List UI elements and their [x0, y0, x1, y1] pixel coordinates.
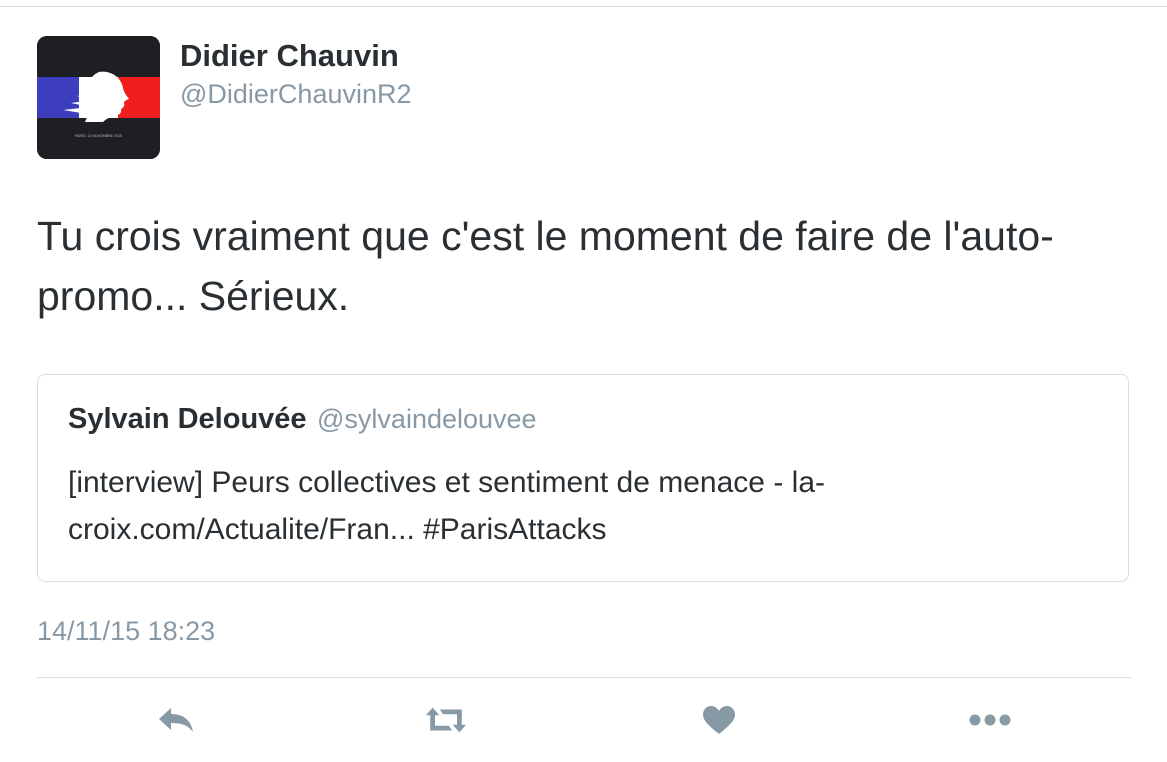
more-button[interactable]	[968, 700, 1012, 740]
avatar-image: PARIS, 13 NOVEMBRE 2015	[37, 36, 160, 159]
avatar[interactable]: PARIS, 13 NOVEMBRE 2015	[37, 36, 160, 159]
quoted-tweet-text: [interview] Peurs collectives et sentime…	[68, 466, 825, 546]
author-handle[interactable]: @DidierChauvinR2	[180, 78, 412, 110]
top-divider	[0, 6, 1167, 7]
retweet-icon	[425, 707, 467, 733]
avatar-caption: PARIS, 13 NOVEMBRE 2015	[75, 134, 122, 138]
retweet-button[interactable]	[424, 700, 468, 740]
quoted-tweet-header: Sylvain Delouvée @sylvaindelouvee	[68, 401, 537, 442]
quoted-tweet-card[interactable]: Sylvain Delouvée @sylvaindelouvee [inter…	[37, 374, 1129, 582]
author-name[interactable]: Didier Chauvin	[180, 38, 399, 74]
like-button[interactable]	[697, 700, 741, 740]
reply-icon	[159, 708, 193, 732]
actions-divider	[37, 677, 1131, 678]
quoted-author-name: Sylvain Delouvée	[68, 403, 307, 435]
tweet-text: Tu crois vraiment que c'est le moment de…	[37, 213, 1054, 319]
tweet-timestamp: 14/11/15 18:23	[37, 616, 216, 646]
reply-button[interactable]	[154, 700, 198, 740]
heart-icon	[703, 706, 735, 734]
more-icon	[969, 714, 1011, 726]
quoted-author-handle: @sylvaindelouvee	[317, 404, 537, 434]
